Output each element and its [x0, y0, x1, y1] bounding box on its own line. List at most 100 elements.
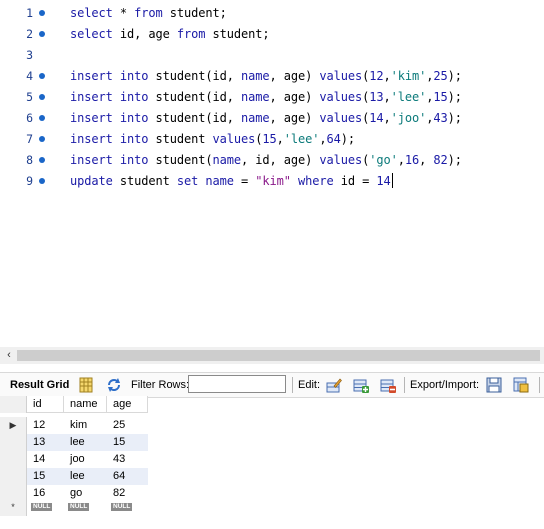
- result-grid-tab[interactable]: Result Grid: [10, 373, 69, 397]
- null-cell[interactable]: NULL: [107, 499, 148, 516]
- result-toolbar: Result Grid Filter Rows: Edit: Export/Im…: [0, 372, 544, 398]
- grid-cell[interactable]: 43: [107, 451, 148, 468]
- sql-keyword: insert into: [70, 90, 149, 104]
- sql-token: , age): [269, 111, 320, 125]
- export-icon[interactable]: [486, 377, 502, 393]
- sql-token: student(id,: [148, 111, 241, 125]
- grid-view-icon[interactable]: [78, 377, 94, 393]
- table-row[interactable]: ▶ 12 kim 25: [0, 417, 150, 434]
- scroll-left-icon[interactable]: ‹: [3, 347, 15, 364]
- null-cell[interactable]: NULL: [27, 499, 64, 516]
- sql-token: 16: [404, 153, 420, 167]
- code-line[interactable]: 1 select * from student;: [0, 3, 544, 24]
- scrollbar-thumb[interactable]: [17, 350, 540, 361]
- grid-cell[interactable]: lee: [64, 434, 107, 451]
- sql-token: 43: [433, 111, 448, 125]
- code-line[interactable]: 2 select id, age from student;: [0, 24, 544, 45]
- grid-header-row[interactable]: id name age: [0, 396, 150, 413]
- grid-cell[interactable]: lee: [64, 468, 107, 485]
- null-badge: NULL: [68, 503, 90, 512]
- code-line[interactable]: 3: [0, 45, 544, 66]
- sql-keyword: insert into: [70, 153, 149, 167]
- line-number: 3: [26, 48, 33, 62]
- grid-cell[interactable]: 15: [27, 468, 64, 485]
- null-badge: NULL: [31, 503, 53, 512]
- line-number: 8: [26, 153, 33, 167]
- edit-row-icon[interactable]: [326, 377, 342, 393]
- grid-cell[interactable]: 15: [107, 434, 148, 451]
- sql-editor[interactable]: 1 select * from student; 2 select id, age f…: [0, 0, 544, 346]
- sql-token: =: [233, 174, 256, 188]
- toolbar-divider: [292, 377, 293, 393]
- delete-row-icon[interactable]: [380, 377, 396, 393]
- line-number: 2: [26, 27, 33, 41]
- code-text[interactable]: insert into student(id, name, age) value…: [70, 108, 462, 129]
- code-line[interactable]: 7 insert into student values(15,'lee',64)…: [0, 129, 544, 150]
- sql-keyword: where: [298, 174, 334, 188]
- grid-cell[interactable]: 13: [27, 434, 64, 451]
- row-selector[interactable]: [0, 468, 27, 485]
- grid-cell[interactable]: 25: [107, 417, 148, 434]
- sql-keyword: set: [176, 174, 199, 188]
- table-row[interactable]: 15 lee 64: [0, 468, 150, 485]
- sql-token: ,: [319, 132, 327, 146]
- sql-token: 12: [369, 69, 384, 83]
- code-line[interactable]: 8 insert into student(name, id, age) valu…: [0, 150, 544, 171]
- refresh-icon[interactable]: [106, 377, 122, 393]
- code-text[interactable]: insert into student(id, name, age) value…: [70, 87, 462, 108]
- sql-token: student: [112, 174, 177, 188]
- code-line[interactable]: 9 update student set name = "kim" where i…: [0, 171, 544, 192]
- code-text[interactable]: insert into student values(15,'lee',64);: [70, 129, 355, 150]
- column-header-id[interactable]: id: [27, 396, 64, 413]
- sql-keyword: values: [212, 132, 256, 146]
- grid-cell[interactable]: 64: [107, 468, 148, 485]
- grid-cell[interactable]: joo: [64, 451, 107, 468]
- sql-keyword: name: [241, 90, 270, 104]
- code-line[interactable]: 6 insert into student(id, name, age) valu…: [0, 108, 544, 129]
- sql-token: id =: [333, 174, 377, 188]
- code-text[interactable]: insert into student(name, id, age) value…: [70, 150, 462, 171]
- sql-keyword: select: [70, 27, 113, 41]
- grid-cell[interactable]: kim: [64, 417, 107, 434]
- row-selector[interactable]: ▶: [0, 417, 27, 434]
- table-row[interactable]: 14 joo 43: [0, 451, 150, 468]
- sql-token: 14: [376, 174, 391, 188]
- import-icon[interactable]: [513, 377, 529, 393]
- sql-token: 'kim': [390, 69, 427, 83]
- export-import-label: Export/Import:: [410, 379, 480, 391]
- statement-marker-icon: [39, 10, 45, 16]
- sql-keyword: values: [319, 153, 363, 167]
- null-cell[interactable]: NULL: [64, 499, 107, 516]
- new-row[interactable]: * NULL NULL NULL: [0, 499, 150, 516]
- code-text[interactable]: select * from student;: [70, 3, 227, 24]
- sql-token: , id, age): [241, 153, 320, 167]
- result-grid[interactable]: id name age ▶ 12 kim 25 13 lee 15 14 joo 43 15 lee 64 16…: [0, 396, 150, 529]
- row-selector[interactable]: *: [0, 499, 27, 516]
- filter-rows-input[interactable]: [188, 375, 286, 393]
- sql-token: 'lee': [283, 132, 320, 146]
- sql-token: 25: [433, 69, 448, 83]
- row-selector[interactable]: [0, 434, 27, 451]
- column-header-name[interactable]: name: [64, 396, 107, 413]
- sql-token: "kim": [255, 174, 291, 188]
- code-text[interactable]: select id, age from student;: [70, 24, 270, 45]
- code-text[interactable]: update student set name = "kim" where id…: [70, 171, 393, 192]
- column-header-age[interactable]: age: [107, 396, 148, 413]
- statement-marker-icon: [39, 73, 45, 79]
- code-line[interactable]: 4 insert into student(id, name, age) valu…: [0, 66, 544, 87]
- code-line[interactable]: 5 insert into student(id, name, age) valu…: [0, 87, 544, 108]
- sql-token: ,: [383, 69, 391, 83]
- insert-row-icon[interactable]: [353, 377, 369, 393]
- sql-keyword: from: [176, 27, 206, 41]
- row-selector[interactable]: [0, 451, 27, 468]
- table-row[interactable]: 13 lee 15: [0, 434, 150, 451]
- row-selector[interactable]: [0, 396, 27, 413]
- editor-horizontal-scrollbar[interactable]: ‹: [0, 347, 544, 364]
- sql-keyword: insert into: [70, 132, 149, 146]
- grid-cell[interactable]: 14: [27, 451, 64, 468]
- sql-token: ,: [383, 111, 391, 125]
- code-text[interactable]: insert into student(id, name, age) value…: [70, 66, 462, 87]
- null-badge: NULL: [111, 503, 133, 512]
- grid-cell[interactable]: 12: [27, 417, 64, 434]
- sql-token: ,: [276, 132, 284, 146]
